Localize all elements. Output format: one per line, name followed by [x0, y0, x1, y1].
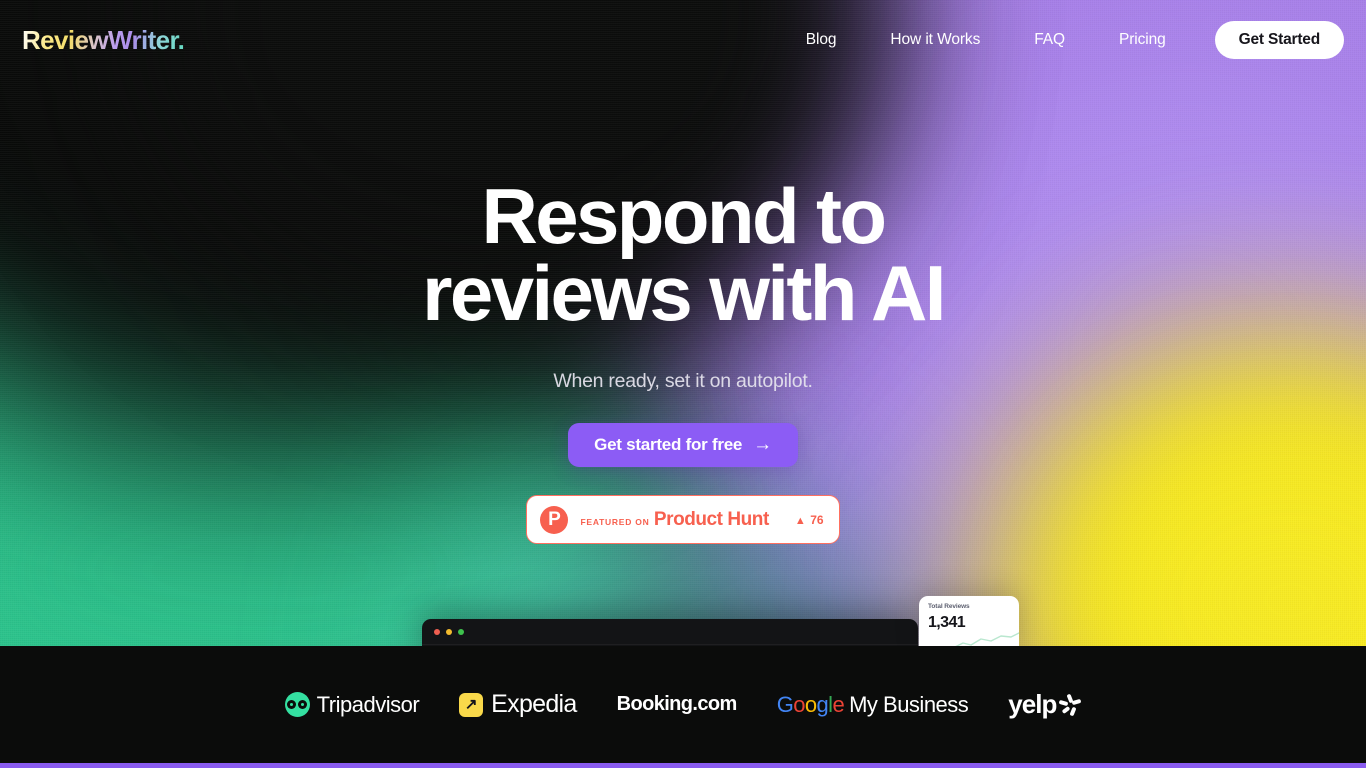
- google-letter-o1: o: [793, 691, 805, 717]
- nav-link-blog[interactable]: Blog: [779, 31, 864, 49]
- nav-link-pricing[interactable]: Pricing: [1092, 31, 1193, 49]
- window-close-dot-icon[interactable]: [434, 628, 440, 635]
- product-hunt-row: P FEATURED ON Product Hunt ▲ 76: [0, 467, 1366, 545]
- product-hunt-upvote[interactable]: ▲ 76: [795, 512, 824, 528]
- window-title-bar: [422, 619, 918, 645]
- google-wordmark: Google: [776, 691, 845, 718]
- hero-subheadline: When ready, set it on autopilot.: [553, 370, 813, 393]
- brand-logo[interactable]: ReviewWriter.: [22, 25, 185, 56]
- partner-logo-strip: Tripadvisor Expedia Booking.com Google M…: [0, 646, 1366, 763]
- google-letter-e: e: [832, 691, 845, 717]
- headline-line-2: reviews with AI: [422, 249, 946, 338]
- top-navigation: ReviewWriter. Blog How it Works FAQ Pric…: [0, 0, 1366, 80]
- product-hunt-icon: P: [540, 505, 569, 534]
- stat-card-label: Total Reviews: [928, 603, 970, 610]
- logo-google-my-business: Google My Business: [777, 692, 969, 718]
- product-hunt-title: Product Hunt: [653, 509, 769, 531]
- yelp-burst-icon: [1058, 693, 1082, 716]
- bottom-progress-line[interactable]: [0, 763, 1366, 768]
- tripadvisor-eye-left-icon: [287, 700, 297, 709]
- tripadvisor-owl-icon: [284, 692, 310, 717]
- tripadvisor-eye-right-icon: [298, 700, 308, 709]
- tripadvisor-label: Tripadvisor: [316, 691, 420, 717]
- logo-yelp: yelp: [1008, 689, 1082, 720]
- expedia-label: Expedia: [491, 690, 577, 718]
- booking-label: Booking.com: [616, 693, 738, 715]
- window-maximize-dot-icon[interactable]: [458, 628, 464, 635]
- my-business-label: My Business: [849, 691, 969, 717]
- google-letter-g2: g: [816, 691, 829, 717]
- upvote-count: 76: [810, 512, 824, 527]
- logo-booking: Booking.com: [616, 693, 738, 716]
- google-letter-g1: G: [776, 691, 794, 717]
- upvote-triangle-icon: ▲: [794, 514, 806, 527]
- logo-expedia: Expedia: [459, 690, 577, 719]
- hero-content: Respond to reviews with AI When ready, s…: [0, 0, 1366, 545]
- page-title: Respond to reviews with AI: [0, 177, 1366, 338]
- get-started-free-button[interactable]: Get started for free →: [568, 423, 798, 468]
- product-hunt-text: FEATURED ON Product Hunt: [580, 509, 769, 531]
- logo-tripadvisor: Tripadvisor: [284, 691, 420, 718]
- cta-label: Get started for free: [594, 435, 743, 455]
- window-minimize-dot-icon[interactable]: [446, 628, 452, 635]
- get-started-button[interactable]: Get Started: [1214, 21, 1344, 59]
- product-hunt-badge[interactable]: P FEATURED ON Product Hunt ▲ 76: [526, 495, 840, 545]
- stat-card-value: 1,341: [928, 613, 966, 631]
- hero-cta-row: Get started for free →: [0, 393, 1366, 468]
- nav-link-faq[interactable]: FAQ: [1007, 31, 1092, 49]
- product-hunt-eyebrow: FEATURED ON: [580, 517, 650, 528]
- expedia-arrow-icon: [459, 692, 484, 717]
- headline-line-1: Respond to: [481, 172, 888, 260]
- google-letter-o2: o: [804, 691, 817, 717]
- nav-link-how-it-works[interactable]: How it Works: [863, 31, 1007, 49]
- nav-links: Blog How it Works FAQ Pricing Get Starte…: [779, 21, 1366, 59]
- yelp-label: yelp: [1008, 689, 1057, 719]
- arrow-right-icon: →: [753, 434, 772, 456]
